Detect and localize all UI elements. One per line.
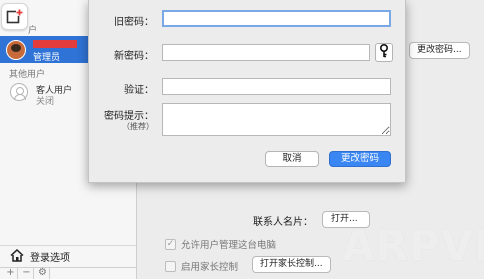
parental-control-checkbox[interactable] (165, 260, 176, 272)
change-password-dialog: 旧密码： 新密码： 验证： 密码提示： （推荐） 取消 更改密码 (88, 0, 406, 183)
allow-admin-checkbox-row[interactable]: ✓ 允许用户管理这台电脑 (165, 237, 276, 251)
admin-role-label: 管理员 (33, 53, 61, 63)
verify-password-field[interactable] (162, 78, 391, 95)
watermark: ARPVR (342, 221, 484, 270)
key-icon (379, 43, 389, 61)
home-icon (10, 248, 24, 265)
add-user-button[interactable]: + (4, 268, 18, 279)
current-users-label: 户 (28, 26, 38, 36)
new-password-field[interactable] (162, 44, 370, 61)
password-hint-field[interactable] (162, 103, 391, 136)
change-password-button[interactable]: 更改密码... (409, 42, 470, 59)
verify-label: 验证： (124, 85, 154, 96)
login-options-label: 登录选项 (30, 253, 70, 264)
new-password-label: 新密码： (114, 51, 154, 62)
password-hint-label: 密码提示： (104, 111, 154, 122)
login-options-item[interactable]: 登录选项 (0, 245, 136, 267)
open-parental-control-button[interactable]: 打开家长控制... (252, 256, 331, 273)
parental-control-label: 启用家长控制 (181, 262, 239, 273)
parental-control-checkbox-row[interactable]: 启用家长控制 (165, 259, 238, 273)
allow-admin-checkbox[interactable]: ✓ (165, 238, 176, 250)
contact-card-label: 联系人名片： (253, 217, 313, 228)
remove-user-button[interactable]: − (20, 268, 34, 279)
settings-gear-icon[interactable]: ⚙ (36, 268, 50, 279)
sidebar-toolbar: + − ⚙ (0, 267, 136, 279)
avatar (6, 40, 26, 60)
cancel-button[interactable]: 取消 (265, 151, 319, 167)
guest-avatar-icon (10, 83, 28, 101)
add-user-icon (1, 3, 28, 30)
redacted-username (33, 40, 77, 48)
change-password-submit-button[interactable]: 更改密码 (329, 151, 391, 167)
allow-admin-label: 允许用户管理这台电脑 (181, 240, 277, 251)
password-hint-recommended-label: （推荐） (122, 122, 154, 131)
old-password-field[interactable] (162, 10, 391, 27)
guest-status-label: 关闭 (36, 97, 55, 107)
old-password-label: 旧密码： (114, 17, 154, 28)
password-assistant-button[interactable] (375, 43, 393, 62)
